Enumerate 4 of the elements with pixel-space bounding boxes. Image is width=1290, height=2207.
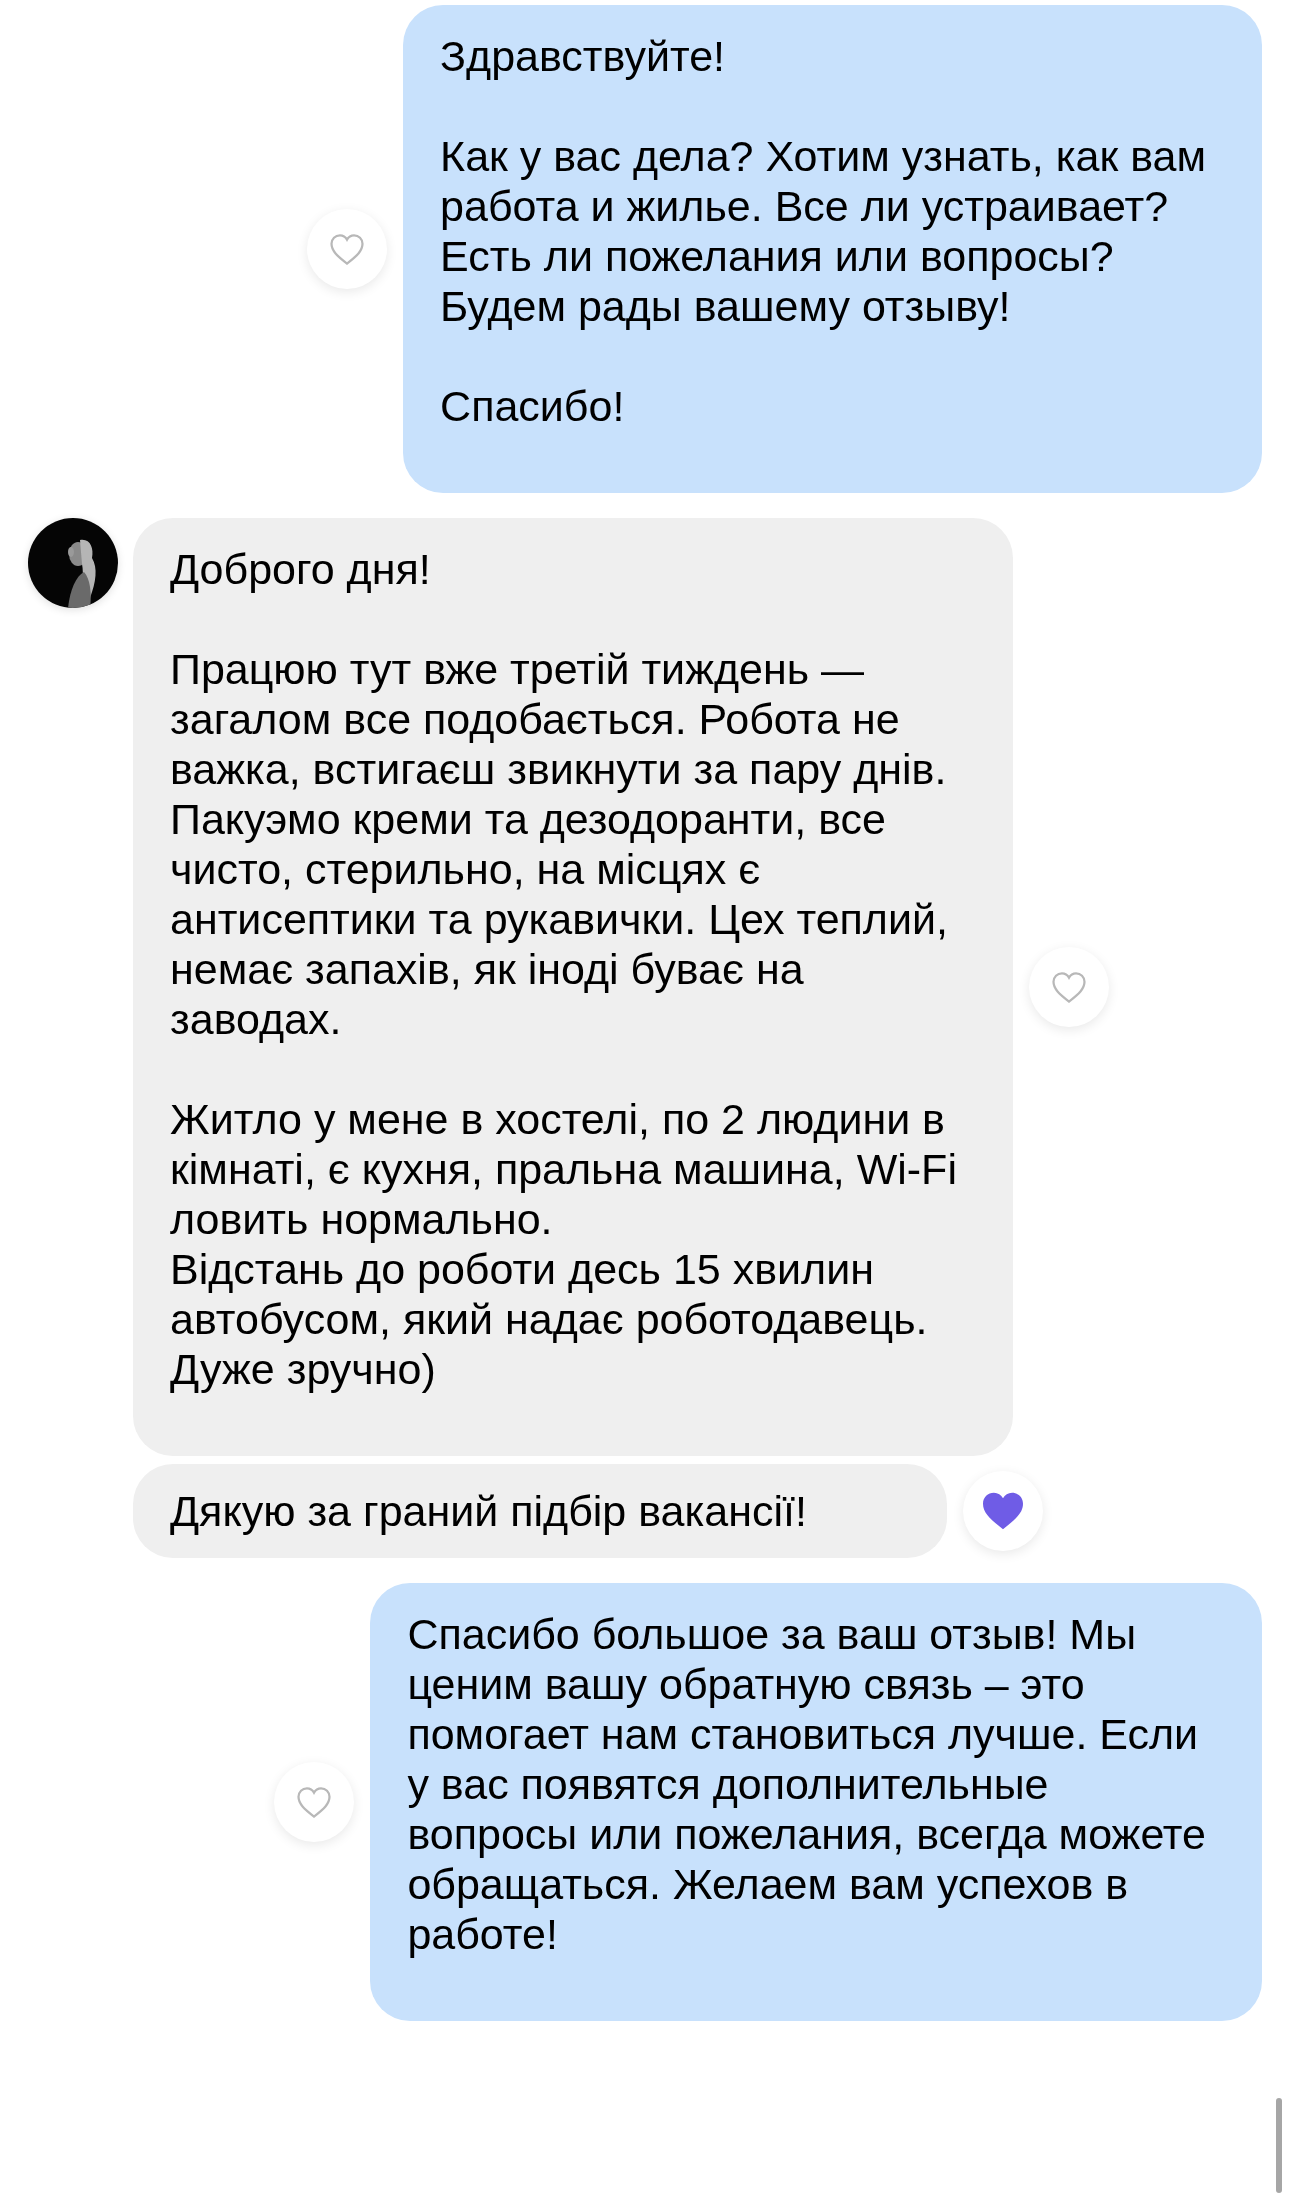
message-bubble: Здравствуйте! Как у вас дела? Хотим узнать, как вам работа и жилье. Все ли устраивает? Есть ли пожелания или вопросы? Будем рады вашему отзыву! Спасибо! bbox=[403, 5, 1262, 493]
message-bubble: Дякую за граний підбір вакансії! bbox=[133, 1464, 947, 1558]
message-bubble: Доброго дня! Працюю тут вже третій тиждень — загалом все подобається. Робота не важка, встигаєш звикнути за пару днів. Пакуэмо креми та дезодоранти, все чисто, стерильно, на місцях є антисептики та рукавички. Цех теплий, немає запахів, як іноді буває на заводах. Житло у мене в хостелі, по 2 людини в кімнаті, є кухня, пральна машина, Wi-Fi ловить нормально. Відстань до роботи десь 15 хвилин автобусом, який надає роботодавець. Дуже зручно) bbox=[133, 518, 1013, 1456]
message-bubble: Спасибо большое за ваш отзыв! Мы ценим вашу обратную связь – это помогает нам становиться лучше. Если у вас появятся дополнительные вопросы или пожелания, всегда можете обращаться. Желаем вам успехов в работе! bbox=[370, 1583, 1262, 2021]
